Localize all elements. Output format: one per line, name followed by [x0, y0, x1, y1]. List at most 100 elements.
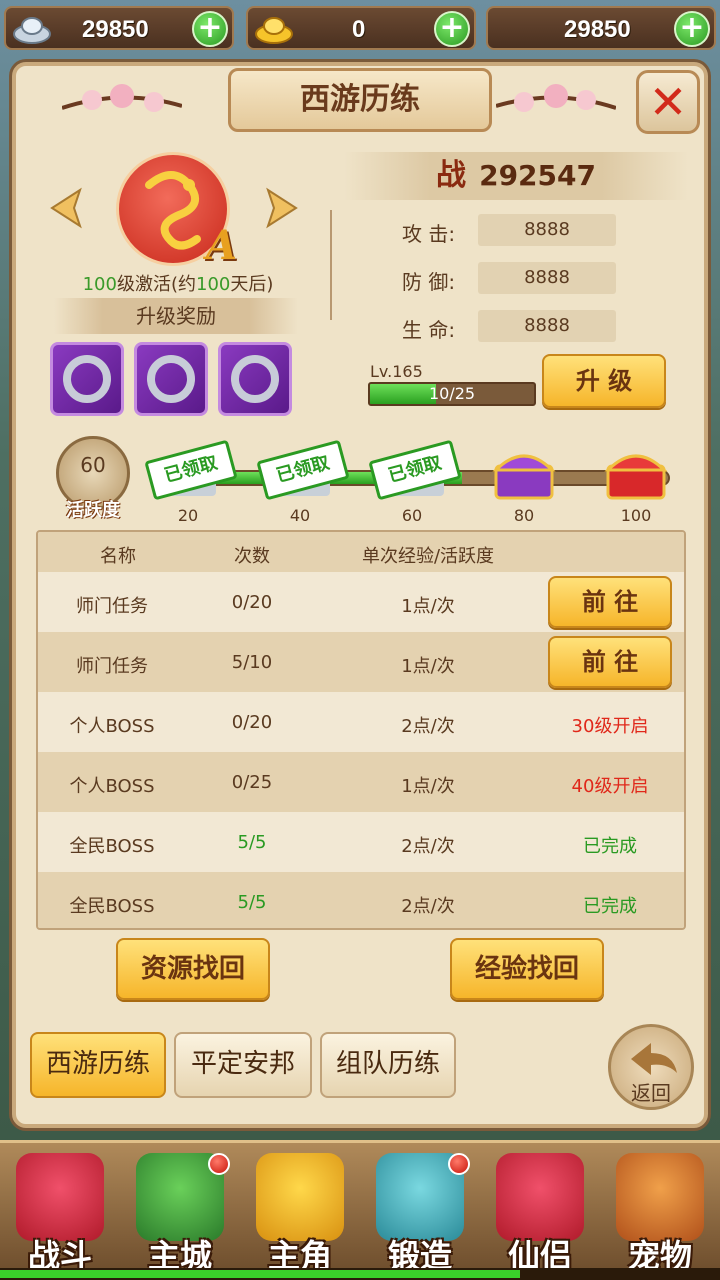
nav-pet[interactable]: 宠物 [604, 1149, 716, 1277]
nav-hero[interactable]: 主角 [244, 1149, 356, 1277]
resource-recover-button[interactable]: 资源找回 [116, 938, 270, 1000]
gold-ingot-icon [255, 17, 293, 44]
chest-threshold-60: 60 [401, 506, 423, 525]
pet-icon [616, 1153, 704, 1241]
bottom-nav: 战斗 主城 主角 锻造 仙侣 宠物 [0, 1140, 720, 1280]
reward-header: 升级奖励 [54, 298, 298, 334]
reward-item-1[interactable] [50, 342, 124, 416]
blossom-decoration-left [62, 84, 182, 112]
task-name: 全民BOSS [69, 896, 155, 917]
bracelet-icon [231, 355, 279, 403]
upgrade-button[interactable]: 升 级 [542, 354, 666, 408]
attack-label: 攻 击: [402, 222, 456, 246]
nav-city[interactable]: 主城 [124, 1149, 236, 1277]
defense-label: 防 御: [402, 270, 456, 294]
task-name: 师门任务 [76, 656, 148, 677]
chest-80-icon[interactable] [488, 440, 560, 502]
task-count: 0/25 [231, 772, 273, 793]
unlock-level-text: 30级开启 [571, 716, 649, 737]
activity-value: 60 [80, 453, 106, 477]
task-name: 全民BOSS [69, 836, 155, 857]
tab-pacify[interactable]: 平定安邦 [174, 1032, 312, 1098]
header-name: 名称 [100, 546, 136, 567]
task-count: 5/5 [237, 832, 267, 853]
attack-value: 8888 [478, 214, 616, 246]
activation-level: 100 [82, 274, 117, 295]
chest-threshold-40: 40 [289, 506, 311, 525]
nav-battle[interactable]: 战斗 [4, 1149, 116, 1277]
add-silver-button[interactable]: + [192, 11, 228, 47]
prev-arrow-icon[interactable] [48, 186, 84, 230]
table-row: 师门任务 0/20 1点/次 前 往 [38, 572, 684, 632]
back-arrow-icon [631, 1043, 677, 1075]
task-exp: 1点/次 [401, 596, 455, 617]
task-count: 0/20 [231, 592, 273, 613]
reward-item-3[interactable] [218, 342, 292, 416]
partner-icon [496, 1153, 584, 1241]
combat-power-value: 292547 [479, 159, 596, 192]
silver-resource: 29850 + [4, 6, 234, 50]
grade-letter: A [206, 222, 238, 269]
task-table: 名称 次数 单次经验/活跃度 师门任务 0/20 1点/次 前 往 师门任务 5… [36, 530, 686, 930]
activity-label: 活跃度 [66, 500, 120, 521]
panel-title: 西游历练 [228, 68, 492, 132]
chest-100-icon[interactable] [600, 440, 672, 502]
task-exp: 2点/次 [401, 896, 455, 917]
hp-value: 8888 [478, 310, 616, 342]
stats-divider [330, 210, 336, 320]
third-resource: 29850 + [486, 6, 716, 50]
add-gold-button[interactable]: + [434, 11, 470, 47]
tab-journey[interactable]: 西游历练 [30, 1032, 166, 1098]
table-row: 个人BOSS 0/20 2点/次 30级开启 [38, 692, 684, 752]
level-progress-bar: 10/25 [368, 382, 536, 406]
task-exp: 1点/次 [401, 656, 455, 677]
header-exp: 单次经验/活跃度 [361, 546, 495, 567]
blossom-decoration-right [496, 84, 616, 112]
tab-team[interactable]: 组队历练 [320, 1032, 456, 1098]
level-label: Lv.165 [370, 362, 423, 381]
table-row: 全民BOSS 5/5 2点/次 已完成 [38, 872, 684, 928]
activation-text: 100级激活(约100天后) [60, 270, 296, 296]
task-exp: 2点/次 [401, 716, 455, 737]
resource-bar: 29850 + 0 + 29850 + [0, 0, 720, 58]
silver-ingot-icon [13, 17, 51, 44]
activation-suffix: 天后) [230, 274, 274, 295]
hero-icon [256, 1153, 344, 1241]
goto-button[interactable]: 前 往 [548, 636, 672, 688]
third-value: 29850 [564, 16, 631, 43]
task-exp: 2点/次 [401, 836, 455, 857]
table-row: 个人BOSS 0/25 1点/次 40级开启 [38, 752, 684, 812]
bracelet-icon [63, 355, 111, 403]
back-button[interactable]: 返回 [608, 1024, 694, 1110]
exp-recover-button[interactable]: 经验找回 [450, 938, 604, 1000]
header-count: 次数 [234, 546, 270, 567]
table-row: 全民BOSS 5/5 2点/次 已完成 [38, 812, 684, 872]
table-row: 师门任务 5/10 1点/次 前 往 [38, 632, 684, 692]
bottom-progress-fill [0, 1270, 520, 1278]
reward-item-2[interactable] [134, 342, 208, 416]
notification-dot [208, 1153, 230, 1175]
close-button[interactable]: ✕ [636, 70, 700, 134]
combat-power-label: 战 [436, 158, 466, 193]
task-count: 0/20 [231, 712, 273, 733]
level-progress-text: 10/25 [428, 384, 476, 403]
nav-forge[interactable]: 锻造 [364, 1149, 476, 1277]
nav-partner[interactable]: 仙侣 [484, 1149, 596, 1277]
gold-value: 0 [352, 16, 366, 43]
combat-power: 战 292547 [344, 152, 688, 200]
goto-button[interactable]: 前 往 [548, 576, 672, 628]
activation-days: 100 [196, 274, 231, 295]
battle-icon [16, 1153, 104, 1241]
silver-value: 29850 [82, 16, 149, 43]
bottom-progress-strip [0, 1268, 720, 1280]
completed-text: 已完成 [583, 896, 637, 917]
add-third-button[interactable]: + [674, 11, 710, 47]
next-arrow-icon[interactable] [264, 186, 300, 230]
task-count: 5/10 [231, 652, 273, 673]
back-label: 返回 [631, 1081, 671, 1105]
unlock-level-text: 40级开启 [571, 776, 649, 797]
panel-title-text: 西游历练 [300, 82, 420, 117]
task-count: 5/5 [237, 892, 267, 913]
completed-text: 已完成 [583, 836, 637, 857]
gold-resource: 0 + [246, 6, 476, 50]
